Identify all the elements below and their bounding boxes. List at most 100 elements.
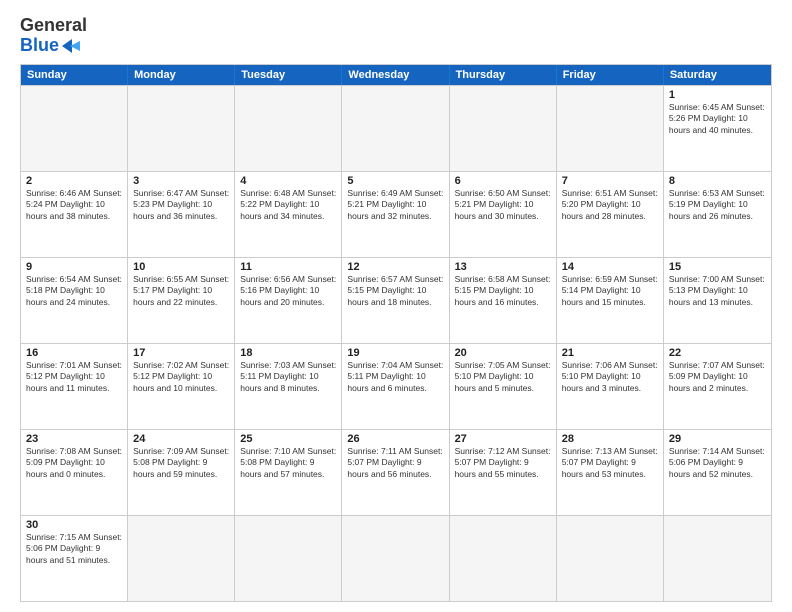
calendar-cell — [235, 516, 342, 601]
day-number: 25 — [240, 433, 336, 445]
day-info: Sunrise: 7:09 AM Sunset: 5:08 PM Dayligh… — [133, 446, 229, 480]
day-number: 6 — [455, 175, 551, 187]
calendar-cell: 24Sunrise: 7:09 AM Sunset: 5:08 PM Dayli… — [128, 430, 235, 515]
header-day-wednesday: Wednesday — [342, 65, 449, 85]
day-number: 4 — [240, 175, 336, 187]
calendar-cell: 3Sunrise: 6:47 AM Sunset: 5:23 PM Daylig… — [128, 172, 235, 257]
header-day-thursday: Thursday — [450, 65, 557, 85]
day-number: 11 — [240, 261, 336, 273]
calendar-cell — [128, 516, 235, 601]
day-number: 21 — [562, 347, 658, 359]
day-number: 27 — [455, 433, 551, 445]
calendar-cell: 25Sunrise: 7:10 AM Sunset: 5:08 PM Dayli… — [235, 430, 342, 515]
calendar-cell: 5Sunrise: 6:49 AM Sunset: 5:21 PM Daylig… — [342, 172, 449, 257]
day-number: 30 — [26, 519, 122, 531]
calendar-cell — [235, 86, 342, 171]
day-number: 3 — [133, 175, 229, 187]
day-number: 1 — [669, 89, 766, 101]
calendar-cell: 22Sunrise: 7:07 AM Sunset: 5:09 PM Dayli… — [664, 344, 771, 429]
calendar-cell: 13Sunrise: 6:58 AM Sunset: 5:15 PM Dayli… — [450, 258, 557, 343]
day-info: Sunrise: 6:51 AM Sunset: 5:20 PM Dayligh… — [562, 188, 658, 222]
day-info: Sunrise: 7:00 AM Sunset: 5:13 PM Dayligh… — [669, 274, 766, 308]
day-number: 20 — [455, 347, 551, 359]
calendar-cell: 23Sunrise: 7:08 AM Sunset: 5:09 PM Dayli… — [21, 430, 128, 515]
day-number: 14 — [562, 261, 658, 273]
header-day-tuesday: Tuesday — [235, 65, 342, 85]
day-number: 29 — [669, 433, 766, 445]
header-day-friday: Friday — [557, 65, 664, 85]
page-header: General Blue — [20, 16, 772, 56]
calendar-cell: 21Sunrise: 7:06 AM Sunset: 5:10 PM Dayli… — [557, 344, 664, 429]
calendar-cell — [128, 86, 235, 171]
calendar: SundayMondayTuesdayWednesdayThursdayFrid… — [20, 64, 772, 602]
logo-text: General Blue — [20, 16, 87, 56]
calendar-body: 1Sunrise: 6:45 AM Sunset: 5:26 PM Daylig… — [21, 85, 771, 601]
day-number: 2 — [26, 175, 122, 187]
day-info: Sunrise: 6:48 AM Sunset: 5:22 PM Dayligh… — [240, 188, 336, 222]
day-number: 12 — [347, 261, 443, 273]
day-info: Sunrise: 7:05 AM Sunset: 5:10 PM Dayligh… — [455, 360, 551, 394]
day-info: Sunrise: 6:46 AM Sunset: 5:24 PM Dayligh… — [26, 188, 122, 222]
calendar-cell: 11Sunrise: 6:56 AM Sunset: 5:16 PM Dayli… — [235, 258, 342, 343]
day-info: Sunrise: 7:10 AM Sunset: 5:08 PM Dayligh… — [240, 446, 336, 480]
day-number: 9 — [26, 261, 122, 273]
calendar-cell: 6Sunrise: 6:50 AM Sunset: 5:21 PM Daylig… — [450, 172, 557, 257]
calendar-header: SundayMondayTuesdayWednesdayThursdayFrid… — [21, 65, 771, 85]
day-info: Sunrise: 6:54 AM Sunset: 5:18 PM Dayligh… — [26, 274, 122, 308]
day-info: Sunrise: 7:08 AM Sunset: 5:09 PM Dayligh… — [26, 446, 122, 480]
day-number: 17 — [133, 347, 229, 359]
day-info: Sunrise: 7:01 AM Sunset: 5:12 PM Dayligh… — [26, 360, 122, 394]
calendar-row-4: 23Sunrise: 7:08 AM Sunset: 5:09 PM Dayli… — [21, 429, 771, 515]
calendar-cell — [342, 516, 449, 601]
day-info: Sunrise: 7:11 AM Sunset: 5:07 PM Dayligh… — [347, 446, 443, 480]
day-info: Sunrise: 7:12 AM Sunset: 5:07 PM Dayligh… — [455, 446, 551, 480]
calendar-cell — [557, 86, 664, 171]
day-number: 24 — [133, 433, 229, 445]
day-info: Sunrise: 6:57 AM Sunset: 5:15 PM Dayligh… — [347, 274, 443, 308]
calendar-cell: 12Sunrise: 6:57 AM Sunset: 5:15 PM Dayli… — [342, 258, 449, 343]
calendar-cell: 19Sunrise: 7:04 AM Sunset: 5:11 PM Dayli… — [342, 344, 449, 429]
day-info: Sunrise: 7:04 AM Sunset: 5:11 PM Dayligh… — [347, 360, 443, 394]
calendar-cell: 28Sunrise: 7:13 AM Sunset: 5:07 PM Dayli… — [557, 430, 664, 515]
logo: General Blue — [20, 16, 87, 56]
day-info: Sunrise: 6:53 AM Sunset: 5:19 PM Dayligh… — [669, 188, 766, 222]
day-info: Sunrise: 6:59 AM Sunset: 5:14 PM Dayligh… — [562, 274, 658, 308]
calendar-cell: 29Sunrise: 7:14 AM Sunset: 5:06 PM Dayli… — [664, 430, 771, 515]
day-number: 16 — [26, 347, 122, 359]
header-day-monday: Monday — [128, 65, 235, 85]
day-number: 13 — [455, 261, 551, 273]
day-number: 18 — [240, 347, 336, 359]
day-info: Sunrise: 6:56 AM Sunset: 5:16 PM Dayligh… — [240, 274, 336, 308]
calendar-cell: 18Sunrise: 7:03 AM Sunset: 5:11 PM Dayli… — [235, 344, 342, 429]
calendar-cell: 1Sunrise: 6:45 AM Sunset: 5:26 PM Daylig… — [664, 86, 771, 171]
calendar-cell: 20Sunrise: 7:05 AM Sunset: 5:10 PM Dayli… — [450, 344, 557, 429]
calendar-cell: 9Sunrise: 6:54 AM Sunset: 5:18 PM Daylig… — [21, 258, 128, 343]
day-number: 15 — [669, 261, 766, 273]
calendar-cell — [21, 86, 128, 171]
day-number: 8 — [669, 175, 766, 187]
day-number: 26 — [347, 433, 443, 445]
calendar-cell — [664, 516, 771, 601]
day-number: 22 — [669, 347, 766, 359]
day-number: 7 — [562, 175, 658, 187]
day-info: Sunrise: 7:14 AM Sunset: 5:06 PM Dayligh… — [669, 446, 766, 480]
calendar-cell: 14Sunrise: 6:59 AM Sunset: 5:14 PM Dayli… — [557, 258, 664, 343]
calendar-cell — [450, 516, 557, 601]
calendar-cell — [342, 86, 449, 171]
day-number: 28 — [562, 433, 658, 445]
day-info: Sunrise: 6:58 AM Sunset: 5:15 PM Dayligh… — [455, 274, 551, 308]
calendar-cell: 15Sunrise: 7:00 AM Sunset: 5:13 PM Dayli… — [664, 258, 771, 343]
day-info: Sunrise: 6:50 AM Sunset: 5:21 PM Dayligh… — [455, 188, 551, 222]
calendar-row-5: 30Sunrise: 7:15 AM Sunset: 5:06 PM Dayli… — [21, 515, 771, 601]
logo-triangle-icon — [62, 39, 80, 53]
calendar-cell: 8Sunrise: 6:53 AM Sunset: 5:19 PM Daylig… — [664, 172, 771, 257]
calendar-row-3: 16Sunrise: 7:01 AM Sunset: 5:12 PM Dayli… — [21, 343, 771, 429]
header-day-saturday: Saturday — [664, 65, 771, 85]
calendar-row-1: 2Sunrise: 6:46 AM Sunset: 5:24 PM Daylig… — [21, 171, 771, 257]
day-number: 19 — [347, 347, 443, 359]
calendar-cell: 7Sunrise: 6:51 AM Sunset: 5:20 PM Daylig… — [557, 172, 664, 257]
day-info: Sunrise: 6:49 AM Sunset: 5:21 PM Dayligh… — [347, 188, 443, 222]
calendar-row-2: 9Sunrise: 6:54 AM Sunset: 5:18 PM Daylig… — [21, 257, 771, 343]
calendar-cell: 2Sunrise: 6:46 AM Sunset: 5:24 PM Daylig… — [21, 172, 128, 257]
day-number: 5 — [347, 175, 443, 187]
